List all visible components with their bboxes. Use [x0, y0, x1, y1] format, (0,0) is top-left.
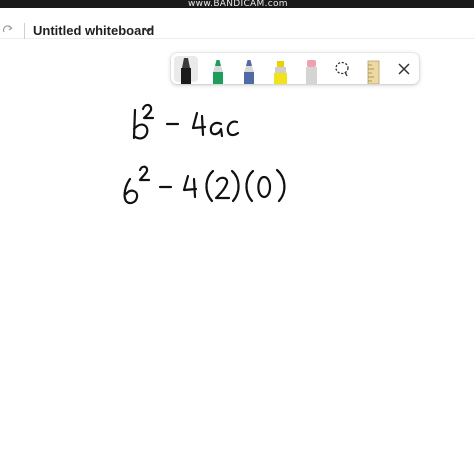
whiteboard-app: www.BANDICAM.com Untitled whiteboard [0, 0, 474, 449]
redo-icon[interactable] [2, 24, 14, 36]
whiteboard-title[interactable]: Untitled whiteboard [33, 22, 154, 40]
chevron-down-icon[interactable] [143, 26, 153, 34]
header-divider [24, 23, 25, 39]
recorder-bar: www.BANDICAM.com [0, 0, 474, 9]
whiteboard-canvas[interactable] [0, 39, 474, 449]
ink-stroke [214, 176, 231, 200]
ink-stroke [123, 177, 139, 205]
ink-stroke [275, 168, 286, 203]
handwriting-line-1 [132, 103, 240, 140]
ink-stroke [257, 175, 272, 199]
ink-stroke [230, 169, 240, 203]
ink-stroke [138, 165, 151, 182]
ink-stroke [245, 169, 255, 203]
title-bar: Untitled whiteboard [0, 8, 474, 39]
ink-stroke [205, 169, 215, 203]
ink-stroke [141, 103, 155, 120]
ink-stroke [182, 174, 198, 199]
handwriting-line-2 [123, 165, 286, 205]
ink-stroke [132, 108, 149, 140]
ink-layer [123, 103, 286, 205]
ink-stroke [226, 120, 240, 137]
ink-stroke [191, 111, 207, 137]
ink-stroke [209, 121, 224, 138]
